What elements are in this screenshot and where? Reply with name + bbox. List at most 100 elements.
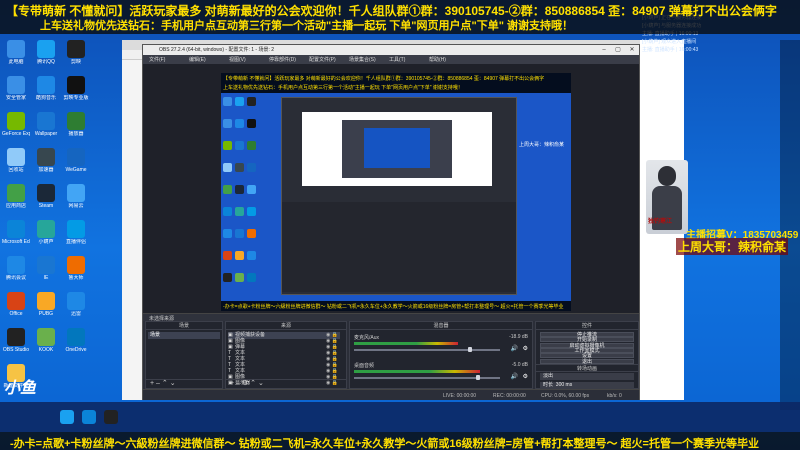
menu-item[interactable]: 场景集合(S) (349, 56, 376, 63)
app-icon (67, 220, 85, 238)
menu-item[interactable]: 文件(F) (149, 56, 165, 63)
desktop-icon[interactable]: 直播伴侣 (62, 220, 90, 245)
obs-title-bar: OBS 27.2.4 (64-bit, windows) - 配置文件: 1 -… (143, 45, 639, 55)
menu-item[interactable]: 工具(T) (389, 56, 405, 63)
move-down-icon[interactable]: ⌄ (258, 380, 264, 387)
desktop-icon[interactable]: 腾讯会议 (2, 256, 30, 281)
preview-overlay-bottom: -办卡=点歌+卡粉丝牌～六級粉丝牌进微信群～ 钻粉或二飞机=永久车位+永久教学～… (221, 301, 571, 311)
taskbar-obs-icon[interactable] (104, 410, 118, 424)
desktop-icon[interactable]: 此电脑 (2, 40, 30, 65)
volume-slider-handle[interactable] (476, 375, 480, 380)
sources-toolbar: + – ⚙ ⌃ ⌄ (226, 379, 346, 388)
desktop-icon[interactable]: 迅雷 (62, 292, 90, 317)
app-icon (37, 328, 55, 346)
desktop-icon[interactable]: Steam (32, 184, 60, 209)
volume-slider[interactable] (354, 349, 500, 351)
streamer-head (658, 166, 676, 186)
app-icon (37, 220, 55, 238)
desktop-icon[interactable]: OneDrive (62, 328, 90, 353)
preview-desktop-icon (223, 185, 232, 194)
desktop-icon[interactable]: 加速器 (32, 148, 60, 173)
preview-desktop-icon (235, 185, 244, 194)
desktop-icon[interactable]: WeGame (62, 148, 90, 173)
obs-menu-bar: 文件(F) 编辑(E) 视图(V) 停靠部件(D) 配置文件(P) 场景集合(S) 工具(T… (143, 55, 639, 64)
move-up-icon[interactable]: ⌃ (250, 380, 256, 387)
side-strip (780, 40, 800, 410)
menu-item[interactable]: 停靠部件(D) (269, 56, 296, 63)
remove-icon[interactable]: – (156, 380, 160, 387)
move-up-icon[interactable]: ⌃ (162, 380, 168, 387)
gear-icon[interactable]: ⚙ (523, 373, 528, 380)
move-down-icon[interactable]: ⌄ (170, 380, 176, 387)
desktop-icon[interactable]: 鲁大师 (62, 256, 90, 281)
menu-item[interactable]: 编辑(E) (189, 56, 206, 63)
desktop-icon[interactable]: 剪映 (62, 40, 90, 65)
minimize-icon[interactable]: – (597, 45, 611, 55)
desktop-icon[interactable]: 播放器 (62, 112, 90, 137)
desktop-icon[interactable]: 安全管家 (2, 76, 30, 101)
desktop-icon[interactable]: Office (2, 292, 30, 317)
taskbar-qq-icon[interactable] (60, 410, 74, 424)
desktop-icon[interactable]: 网易云 (62, 184, 90, 209)
menu-item[interactable]: 配置文件(P) (309, 56, 336, 63)
preview-desktop-icon (247, 229, 256, 238)
mute-speaker-icon[interactable]: 🔊 (511, 373, 518, 380)
preview-desktop-icon (247, 185, 256, 194)
add-icon[interactable]: + (150, 380, 154, 387)
desktop-icon-label: 播放器 (68, 131, 84, 137)
transition-select[interactable]: 淡出 (540, 373, 634, 380)
menu-item[interactable]: 帮助(H) (429, 56, 446, 63)
control-button[interactable]: 退出 (540, 358, 634, 364)
desktop-icon[interactable]: PUBG (32, 292, 60, 317)
bottom-banner-text: -办卡=点歌+卡粉丝牌～六級粉丝牌进微信群～ 钻粉或二飞机=永久车位+永久教学～… (10, 438, 759, 450)
desktop-icon[interactable]: GeForce Experience (2, 112, 30, 137)
gear-icon[interactable]: ⚙ (523, 345, 528, 352)
desktop-icon[interactable]: Microsoft Edge (2, 220, 30, 245)
streamer-caption: 独钓寒江 (648, 219, 673, 225)
add-icon[interactable]: + (230, 380, 234, 387)
desktop-icon[interactable]: 剪映专业版 (62, 76, 90, 101)
obs-status-bar: LIVE: 00:00:00 REC: 00:00:00 CPU: 0.0%, … (143, 389, 639, 400)
chat-message: 主播: 直播助手 | 16:00:43 (642, 47, 699, 53)
desktop-icon-label: 酷狗音乐 (35, 95, 56, 101)
desktop-icon[interactable]: 应用商店 (2, 184, 30, 209)
menu-item[interactable]: 视图(V) (229, 56, 246, 63)
desktop-icon-label: 剪映 (70, 59, 81, 65)
desktop-icon[interactable]: IE (32, 256, 60, 281)
close-icon[interactable]: ✕ (625, 45, 639, 55)
desktop-icon-label: 剪映专业版 (63, 95, 89, 101)
streamer-logo: 小鱼 (4, 380, 37, 397)
app-icon (67, 40, 85, 58)
desktop-icon-label: GeForce Experience (2, 131, 30, 137)
volume-slider-handle[interactable] (468, 347, 472, 352)
app-icon (7, 40, 25, 58)
desktop-icon[interactable]: 腾讯QQ (32, 40, 60, 65)
bottom-banner: -办卡=点歌+卡粉丝牌～六級粉丝牌进微信群～ 钻粉或二飞机=永久车位+永久教学～… (0, 432, 800, 450)
desktop-icon-label: Office (9, 311, 23, 317)
taskbar (0, 402, 800, 432)
desktop-icon-label: PUBG (38, 311, 54, 317)
app-icon (7, 220, 25, 238)
app-icon (37, 292, 55, 310)
control-button[interactable]: 开始录制 (540, 337, 634, 343)
desktop-icon[interactable]: 酷狗音乐 (32, 76, 60, 101)
taskbar-edge-icon[interactable] (82, 410, 96, 424)
control-button[interactable]: 启动虚拟摄像机 (540, 342, 634, 348)
desktop-icon[interactable]: 回收站 (2, 148, 30, 173)
desktop-icon[interactable]: 小葫芦 (32, 220, 60, 245)
app-icon (7, 328, 25, 346)
top-banner: 【专带萌新 不懂就问】活跃玩家最多 对萌新最好的公会欢迎你！千人组队群①群：39… (0, 0, 800, 34)
scene-item[interactable]: 场景 (148, 332, 220, 339)
control-button[interactable]: 设置 (540, 353, 634, 359)
desktop-icon[interactable]: OBS Studio (2, 328, 30, 353)
transition-duration[interactable]: 时长 300 ms (540, 382, 634, 389)
stream-preview[interactable]: 【专带萌新 不懂就问】活跃玩家最多 对萌新最好的公会欢迎你！千人组队群①群：39… (221, 73, 571, 311)
desktop-icon[interactable]: Wallpaper (32, 112, 60, 137)
maximize-icon[interactable]: ▢ (611, 45, 625, 55)
desktop-icon[interactable]: KOOK (32, 328, 60, 353)
remove-icon[interactable]: – (236, 380, 240, 387)
preview-desktop-icon (235, 273, 244, 282)
mute-speaker-icon[interactable]: 🔊 (511, 345, 518, 352)
desktop-icon-label: 安全管家 (5, 95, 26, 101)
settings-icon[interactable]: ⚙ (242, 380, 248, 387)
